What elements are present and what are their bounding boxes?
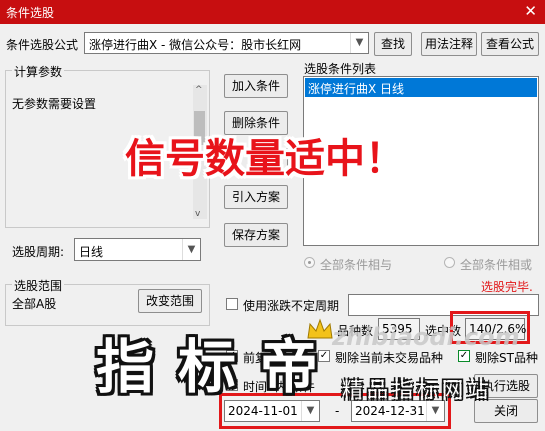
find-button[interactable]: 查找 xyxy=(374,32,412,56)
period-label: 选股周期: xyxy=(12,245,65,259)
formula-select-value: 涨停进行曲X - 微信公众号：股市长红网 xyxy=(89,38,302,52)
scroll-up-icon[interactable]: ^ xyxy=(195,85,203,95)
zhibiaodi-watermark: 指 标 帝 xyxy=(96,320,336,401)
url-watermark: zhibiaodi.com xyxy=(332,323,520,351)
variable-period-checkbox[interactable] xyxy=(226,298,238,310)
chevron-down-icon[interactable]: ▼ xyxy=(350,33,368,53)
scope-group-title: 选股范围 xyxy=(12,277,65,294)
view-formula-button[interactable]: 查看公式 xyxy=(481,32,539,56)
headline-overlay: 信号数量适中！ xyxy=(125,136,405,182)
and-radio[interactable] xyxy=(304,257,315,268)
exclude-st-checkbox[interactable]: ✓ xyxy=(458,350,470,362)
or-radio-label: 全部条件相或 xyxy=(460,258,533,272)
watermark-char: 指 xyxy=(96,333,161,401)
params-text: 无参数需要设置 xyxy=(12,97,97,111)
title-bar[interactable]: 条件选股 ✕ xyxy=(0,0,545,24)
params-group-title: 计算参数 xyxy=(12,63,65,80)
import-scheme-button[interactable]: 引入方案 xyxy=(224,185,288,209)
condition-list-item[interactable]: 涨停进行曲X 日线 xyxy=(305,78,537,97)
and-radio-label: 全部条件相与 xyxy=(320,258,393,272)
or-radio[interactable] xyxy=(444,257,455,268)
formula-label: 条件选股公式 xyxy=(6,38,79,52)
chevron-down-icon[interactable]: ▼ xyxy=(182,239,200,260)
add-condition-button[interactable]: 加入条件 xyxy=(224,74,288,98)
formula-select[interactable]: 涨停进行曲X - 微信公众号：股市长红网 ▼ xyxy=(84,32,369,54)
watermark-char: 标 xyxy=(178,333,243,401)
site-name-overlay: 精品指标网站 xyxy=(342,378,492,402)
usage-notes-button[interactable]: 用法注释 xyxy=(421,32,477,56)
scroll-down-icon[interactable]: v xyxy=(195,209,200,219)
close-icon[interactable]: ✕ xyxy=(524,2,537,20)
watermark-char: 帝 xyxy=(260,333,325,401)
window-title: 条件选股 xyxy=(6,6,55,20)
period-select[interactable]: 日线 ▼ xyxy=(74,238,201,261)
variable-period-label: 使用涨跌不定周期 xyxy=(243,299,340,313)
status-text: 选股完毕. xyxy=(481,280,533,294)
exclude-st-label: 剔除ST品种 xyxy=(475,351,538,365)
exclude-untraded-label: 剔除当前未交易品种 xyxy=(335,351,444,365)
period-value: 日线 xyxy=(79,245,104,259)
scope-value: 全部A股 xyxy=(12,297,57,311)
save-scheme-button[interactable]: 保存方案 xyxy=(224,223,288,247)
change-scope-button[interactable]: 改变范围 xyxy=(138,289,202,313)
condition-list-title: 选股条件列表 xyxy=(304,62,377,76)
condition-stock-picker-window: 条件选股 ✕ 条件选股公式 涨停进行曲X - 微信公众号：股市长红网 ▼ 查找 … xyxy=(0,0,545,431)
